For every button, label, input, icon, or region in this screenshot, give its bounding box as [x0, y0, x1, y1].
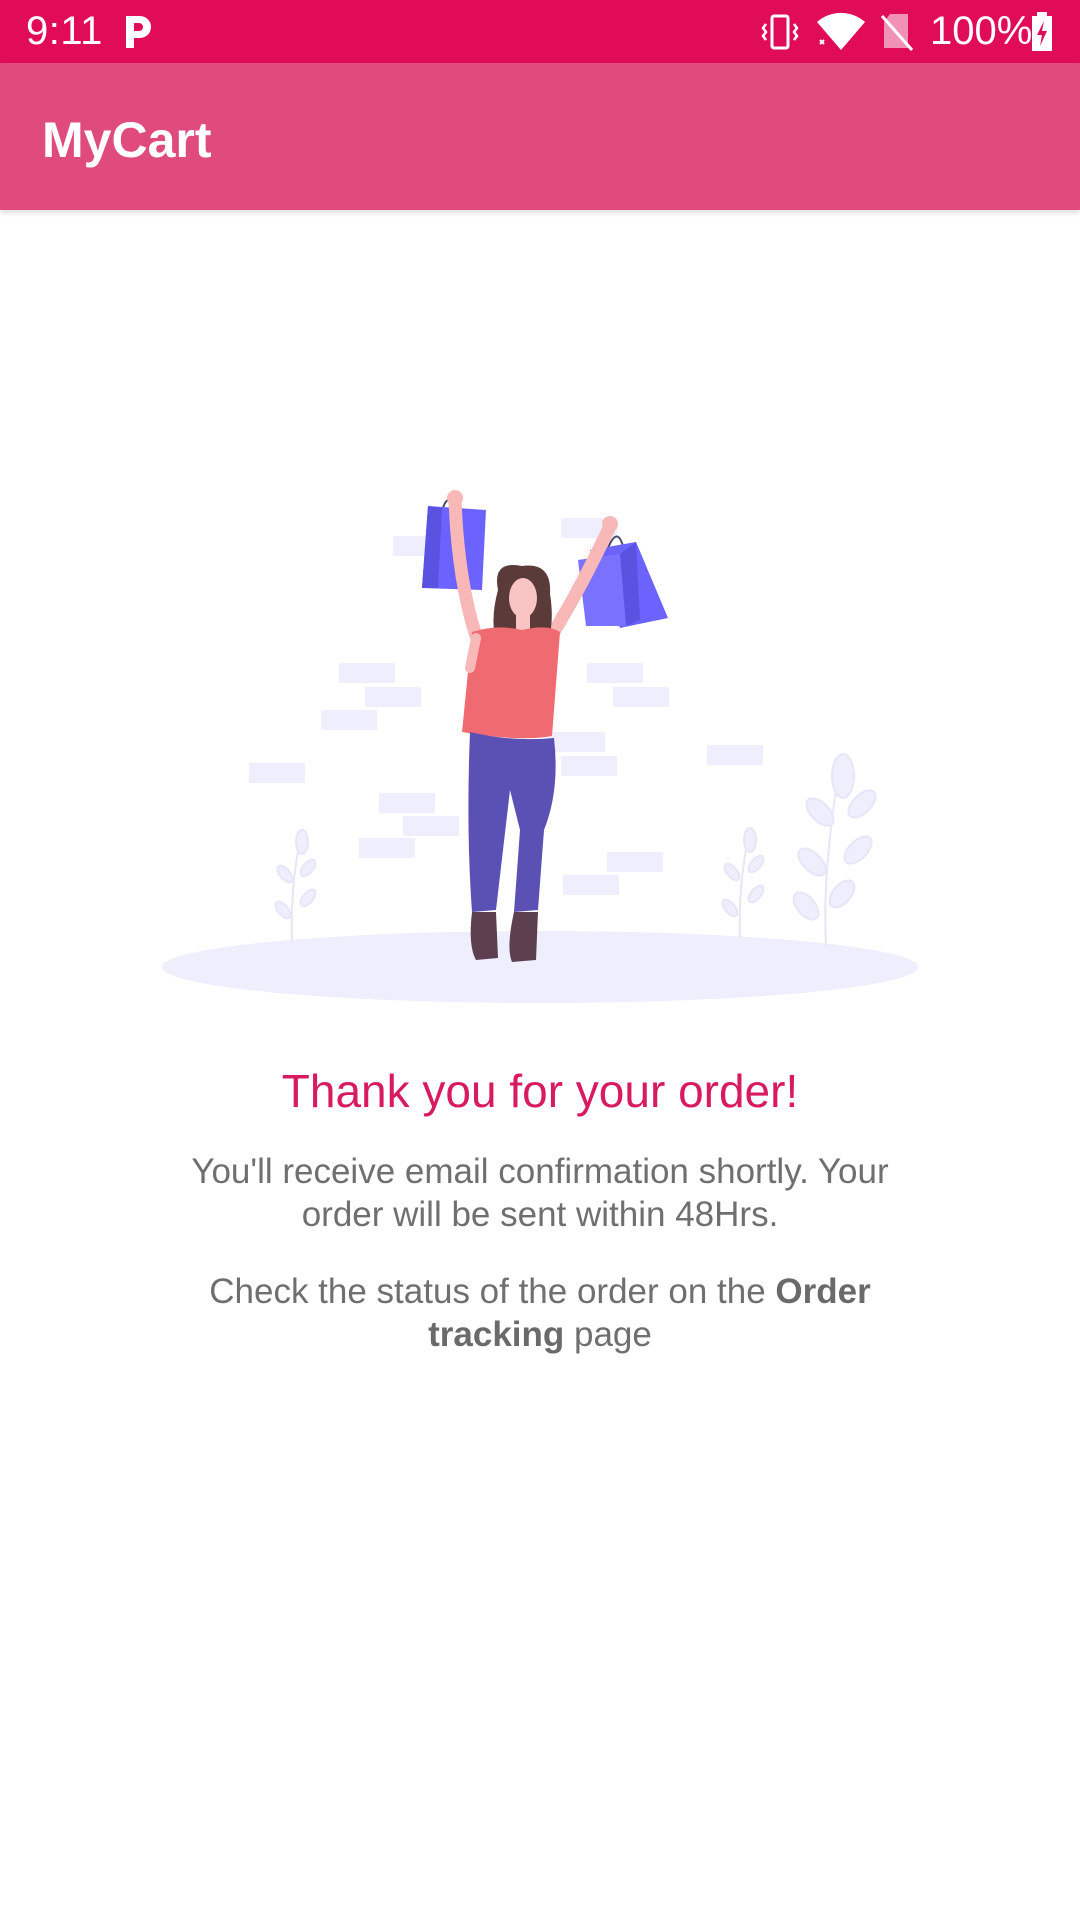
- app-title: MyCart: [42, 112, 212, 168]
- email-confirmation-message: You'll receive email confirmation shortl…: [191, 1152, 889, 1234]
- no-sim-icon: [880, 14, 914, 51]
- status-bar: 9:11 100%: [0, 0, 1080, 63]
- ground-ellipse: [162, 931, 918, 1003]
- woman-shoe-right: [509, 912, 538, 962]
- plant-right: [792, 753, 877, 947]
- order-tracking-suffix: page: [564, 1315, 652, 1354]
- thank-you-title: Thank you for your order!: [281, 1065, 799, 1117]
- wifi-icon: [817, 12, 865, 50]
- vibrate-icon: [761, 14, 799, 50]
- plant-left: [274, 829, 317, 943]
- order-tracking-message: Check the status of the order on the Ord…: [150, 1270, 930, 1356]
- battery-charging-icon: [1032, 12, 1052, 51]
- woman-shoe-left: [470, 912, 498, 960]
- status-time: 9:11: [26, 9, 103, 53]
- woman-pants: [468, 732, 556, 912]
- p-icon: [126, 16, 151, 48]
- plant-middle: [721, 827, 765, 939]
- shopping-woman-illustration: [162, 490, 918, 1003]
- battery-percentage: 100%: [930, 9, 1033, 53]
- order-tracking-prefix: Check the status of the order on the: [209, 1272, 776, 1311]
- app-bar: MyCart: [0, 63, 1080, 210]
